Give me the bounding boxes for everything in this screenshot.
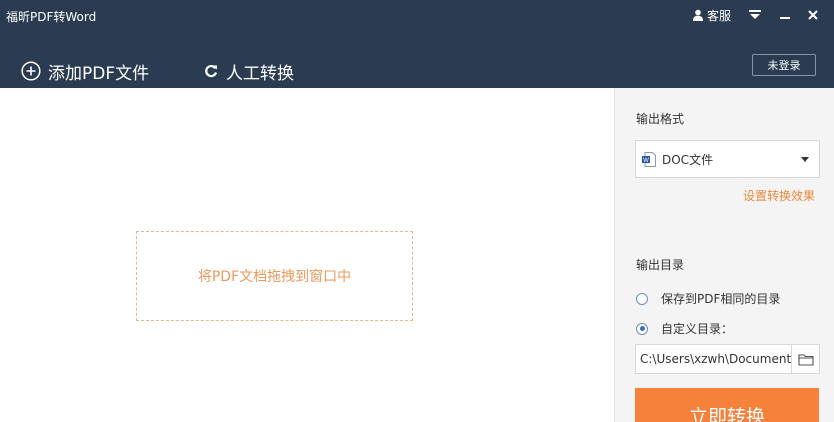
option-same-directory[interactable]: 保存到PDF相同的目录: [636, 290, 780, 307]
minimize-icon: [780, 17, 790, 19]
title-bar: 福昕PDF转Word 客服 添加PDF文件 人工转换 未登录: [0, 0, 834, 88]
customer-service-button[interactable]: 客服: [692, 4, 731, 26]
add-pdf-button[interactable]: 添加PDF文件: [21, 56, 149, 86]
browse-folder-button[interactable]: [791, 344, 820, 374]
customer-service-label: 客服: [707, 8, 732, 23]
output-directory-label: 输出目录: [636, 258, 685, 272]
settings-sidebar: 输出格式 W DOC文件 设置转换效果 输出目录 保存到PDF相同的目录 自定义…: [614, 88, 834, 422]
drop-zone-hint: 将PDF文档拖拽到窗口中: [197, 269, 352, 285]
menu-button[interactable]: [749, 4, 761, 26]
folder-icon: [797, 353, 814, 366]
refresh-icon: [205, 64, 218, 78]
radio-custom-directory[interactable]: [636, 322, 648, 335]
output-path-input[interactable]: C:\Users\xzwh\Documents: [635, 344, 792, 374]
radio-same-directory[interactable]: [636, 292, 648, 305]
conversion-settings-link[interactable]: 设置转换效果: [743, 187, 815, 204]
output-format-label: 输出格式: [636, 112, 685, 126]
option-custom-directory[interactable]: 自定义目录：: [636, 320, 733, 337]
same-directory-label: 保存到PDF相同的目录: [661, 292, 781, 306]
app-title: 福昕PDF转Word: [6, 10, 97, 24]
close-icon: [808, 10, 818, 20]
minimize-button[interactable]: [780, 4, 790, 26]
output-format-value: DOC文件: [662, 152, 714, 167]
output-format-select[interactable]: W DOC文件: [635, 140, 820, 178]
word-doc-icon-letter: W: [643, 158, 649, 164]
add-pdf-label: 添加PDF文件: [48, 63, 150, 84]
manual-convert-label: 人工转换: [226, 63, 294, 84]
word-doc-icon: W: [642, 151, 656, 167]
convert-now-button[interactable]: 立即转换: [635, 388, 819, 422]
manual-convert-button[interactable]: 人工转换: [203, 56, 294, 86]
user-icon: [693, 9, 703, 21]
pdf-drop-zone[interactable]: 将PDF文档拖拽到窗口中: [136, 231, 413, 321]
chevron-down-icon: [801, 157, 809, 162]
plus-circle-icon: [21, 61, 41, 81]
login-button[interactable]: 未登录: [752, 54, 816, 76]
dropdown-triangle-icon: [749, 10, 761, 19]
close-button[interactable]: [808, 4, 818, 26]
custom-directory-label: 自定义目录：: [661, 322, 734, 336]
